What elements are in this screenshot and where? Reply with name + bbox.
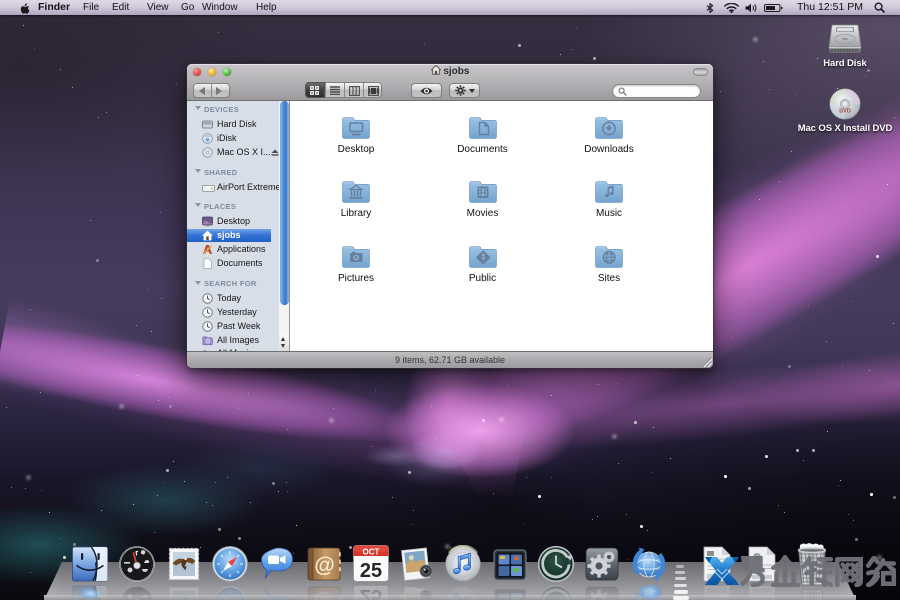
- svg-text:OCT: OCT: [363, 548, 380, 557]
- svg-text:DVD: DVD: [839, 109, 851, 115]
- svg-text:25: 25: [360, 560, 382, 582]
- svg-text:@: @: [314, 554, 334, 577]
